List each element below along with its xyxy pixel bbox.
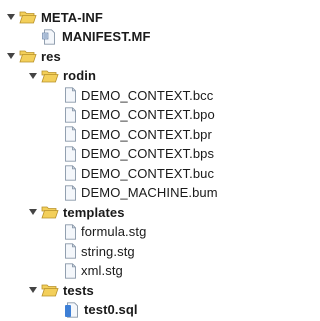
expand-arrow-icon[interactable]: [28, 285, 38, 295]
expand-arrow-icon[interactable]: [28, 207, 38, 217]
tree-item-label: xml.stg: [81, 263, 123, 278]
file-icon: [64, 165, 77, 181]
expand-arrow-icon[interactable]: [6, 12, 16, 22]
tree-item-label: DEMO_MACHINE.bum: [81, 185, 218, 200]
file-icon: [64, 145, 77, 162]
file-icon: [64, 262, 77, 279]
tree-item-label: rodin: [63, 68, 96, 83]
tree-item-label: DEMO_CONTEXT.bpr: [81, 126, 212, 142]
expand-arrow-icon[interactable]: [6, 51, 16, 61]
tree-item-label: tests: [63, 282, 94, 298]
tree-item-label: META-INF: [41, 9, 103, 25]
tree-item-label: DEMO_CONTEXT.buc: [81, 165, 215, 181]
expand-arrow-icon[interactable]: [28, 71, 38, 81]
sql-file-icon: [64, 301, 80, 318]
folder-open-icon: [41, 69, 59, 83]
tree-item-label: MANIFEST.MF: [62, 29, 151, 44]
tree-item-label: test0.sql: [84, 302, 138, 317]
tree-item-label: formula.stg: [81, 224, 147, 239]
folder-open-icon: [19, 10, 37, 24]
folder-open-icon: [41, 283, 59, 297]
file-icon: [64, 126, 77, 142]
folder-open-icon: [19, 49, 37, 63]
project-explorer-tree: META-INF MANIFEST.MF res rodin DEMO_CONTEXT.…: [0, 0, 319, 318]
tree-item-label: string.stg: [81, 243, 135, 259]
tree-item-label: res: [41, 48, 61, 64]
tree-item-label: templates: [63, 204, 125, 220]
tree-item-label: DEMO_CONTEXT.bpo: [81, 107, 215, 122]
file-icon: [64, 223, 77, 240]
file-icon: [64, 87, 77, 103]
file-icon: [64, 243, 77, 259]
file-icon: [64, 184, 77, 201]
folder-open-icon: [41, 205, 59, 219]
file-icon: [64, 106, 77, 123]
manifest-file-icon: [42, 28, 58, 45]
tree-item-label: DEMO_CONTEXT.bps: [81, 146, 215, 161]
tree-item-label: DEMO_CONTEXT.bcc: [81, 87, 214, 103]
tree-file-row[interactable]: test0.sql: [64, 299, 138, 321]
